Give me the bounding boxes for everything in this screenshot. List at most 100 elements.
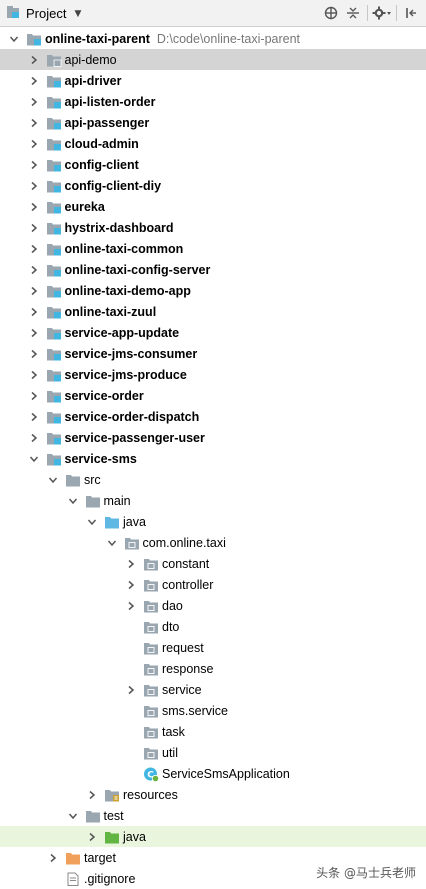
tree-node-main[interactable]: main	[0, 490, 426, 511]
tree-node-api-driver[interactable]: api-driver	[0, 70, 426, 91]
tree-node-java[interactable]: java	[0, 826, 426, 847]
chevron-right-icon[interactable]	[28, 54, 40, 66]
tree-node-label: api-passenger	[64, 115, 150, 130]
chevron-right-icon[interactable]	[28, 117, 40, 129]
tree-node-label: api-listen-order	[64, 94, 156, 109]
chevron-right-icon[interactable]	[125, 579, 137, 591]
tree-node-servicesmsapplication[interactable]: C ServiceSmsApplication	[0, 763, 426, 784]
chevron-right-icon[interactable]	[28, 285, 40, 297]
tree-node-test[interactable]: test	[0, 805, 426, 826]
tree-node-service-passenger-user[interactable]: service-passenger-user	[0, 427, 426, 448]
tree-node-api-listen-order[interactable]: api-listen-order	[0, 91, 426, 112]
tree-node-controller[interactable]: controller	[0, 574, 426, 595]
tree-node-service-jms-produce[interactable]: service-jms-produce	[0, 364, 426, 385]
module-folder-icon	[46, 452, 62, 466]
chevron-right-icon[interactable]	[125, 600, 137, 612]
package-icon	[143, 704, 159, 718]
tree-node-service-order[interactable]: service-order	[0, 385, 426, 406]
chevron-right-icon[interactable]	[86, 831, 98, 843]
tree-node-label: util	[162, 745, 178, 760]
tree-node-online-taxi-common[interactable]: online-taxi-common	[0, 238, 426, 259]
collapse-icon[interactable]	[342, 3, 364, 23]
chevron-right-icon[interactable]	[28, 75, 40, 87]
tree-node-online-taxi-zuul[interactable]: online-taxi-zuul	[0, 301, 426, 322]
tree-node-service[interactable]: service	[0, 679, 426, 700]
chevron-down-icon[interactable]	[106, 537, 118, 549]
module-folder-icon	[46, 347, 62, 361]
tree-node-label: test	[103, 808, 124, 823]
chevron-right-icon[interactable]	[28, 369, 40, 381]
tree-node-label: ServiceSmsApplication	[162, 766, 290, 781]
chevron-down-icon[interactable]	[47, 474, 59, 486]
tree-node-online-taxi-demo-app[interactable]: online-taxi-demo-app	[0, 280, 426, 301]
chevron-right-icon[interactable]	[28, 327, 40, 339]
tree-node-request[interactable]: request	[0, 637, 426, 658]
tree-node-resources[interactable]: resources	[0, 784, 426, 805]
chevron-right-icon[interactable]	[28, 180, 40, 192]
tree-node-sms-service[interactable]: sms.service	[0, 700, 426, 721]
tree-node-config-client[interactable]: config-client	[0, 154, 426, 175]
chevron-down-icon[interactable]	[67, 495, 79, 507]
tree-node-java[interactable]: java	[0, 511, 426, 532]
chevron-right-icon[interactable]	[28, 348, 40, 360]
chevron-right-icon[interactable]	[28, 243, 40, 255]
tree-node-label: com.online.taxi	[142, 535, 226, 550]
chevron-right-icon[interactable]	[47, 852, 59, 864]
tree-node-src[interactable]: src	[0, 469, 426, 490]
chevron-right-icon[interactable]	[125, 558, 137, 570]
tree-node-dao[interactable]: dao	[0, 595, 426, 616]
tree-node-config-client-diy[interactable]: config-client-diy	[0, 175, 426, 196]
chevron-right-icon[interactable]	[28, 222, 40, 234]
module-folder-icon	[46, 326, 62, 340]
hide-icon[interactable]	[400, 3, 422, 23]
project-view-selector[interactable]: Project ▼	[6, 5, 81, 22]
chevron-right-icon[interactable]	[28, 96, 40, 108]
excluded-folder-icon	[65, 851, 81, 865]
tree-node-hystrix-dashboard[interactable]: hystrix-dashboard	[0, 217, 426, 238]
module-folder-icon	[46, 116, 62, 130]
tree-node-online-taxi-config-server[interactable]: online-taxi-config-server	[0, 259, 426, 280]
tree-node-eureka[interactable]: eureka	[0, 196, 426, 217]
chevron-down-icon[interactable]	[86, 516, 98, 528]
tree-node-service-app-update[interactable]: service-app-update	[0, 322, 426, 343]
chevron-right-icon[interactable]	[28, 306, 40, 318]
tree-node-response[interactable]: response	[0, 658, 426, 679]
chevron-right-icon[interactable]	[28, 138, 40, 150]
chevron-right-icon[interactable]	[28, 432, 40, 444]
tree-node-service-sms[interactable]: service-sms	[0, 448, 426, 469]
chevron-down-icon[interactable]	[28, 453, 40, 465]
tree-node-api-passenger[interactable]: api-passenger	[0, 112, 426, 133]
globe-icon[interactable]	[320, 3, 342, 23]
chevron-right-icon[interactable]	[86, 789, 98, 801]
module-folder-icon	[46, 221, 62, 235]
chevron-right-icon[interactable]	[28, 390, 40, 402]
tree-node-label: config-client-diy	[64, 178, 162, 193]
package-icon	[143, 578, 159, 592]
chevron-right-icon[interactable]	[125, 684, 137, 696]
chevron-right-icon[interactable]	[28, 159, 40, 171]
source-folder-icon	[104, 515, 120, 529]
tree-node-util[interactable]: util	[0, 742, 426, 763]
chevron-down-icon[interactable]	[8, 33, 20, 45]
tree-node-label: service-app-update	[64, 325, 180, 340]
tree-node-label: constant	[162, 556, 210, 571]
chevron-right-icon[interactable]	[28, 411, 40, 423]
module-folder-icon	[46, 284, 62, 298]
tree-node-label: .gitignore	[84, 871, 136, 886]
tree-node-online-taxi-parent[interactable]: online-taxi-parent D:\code\online-taxi-pa…	[0, 28, 426, 49]
tree-node-api-demo[interactable]: api-demo	[0, 49, 426, 70]
tree-node-com-online-taxi[interactable]: com.online.taxi	[0, 532, 426, 553]
package-icon	[143, 662, 159, 676]
chevron-right-icon[interactable]	[28, 264, 40, 276]
chevron-right-icon[interactable]	[28, 201, 40, 213]
tree-node-dto[interactable]: dto	[0, 616, 426, 637]
gear-icon[interactable]	[371, 3, 393, 23]
module-folder-icon	[46, 137, 62, 151]
tree-node-cloud-admin[interactable]: cloud-admin	[0, 133, 426, 154]
chevron-down-icon[interactable]	[67, 810, 79, 822]
tree-node-task[interactable]: task	[0, 721, 426, 742]
tree-node-service-order-dispatch[interactable]: service-order-dispatch	[0, 406, 426, 427]
tree-node-constant[interactable]: constant	[0, 553, 426, 574]
tree-node-service-jms-consumer[interactable]: service-jms-consumer	[0, 343, 426, 364]
tree-node-label: request	[162, 640, 204, 655]
